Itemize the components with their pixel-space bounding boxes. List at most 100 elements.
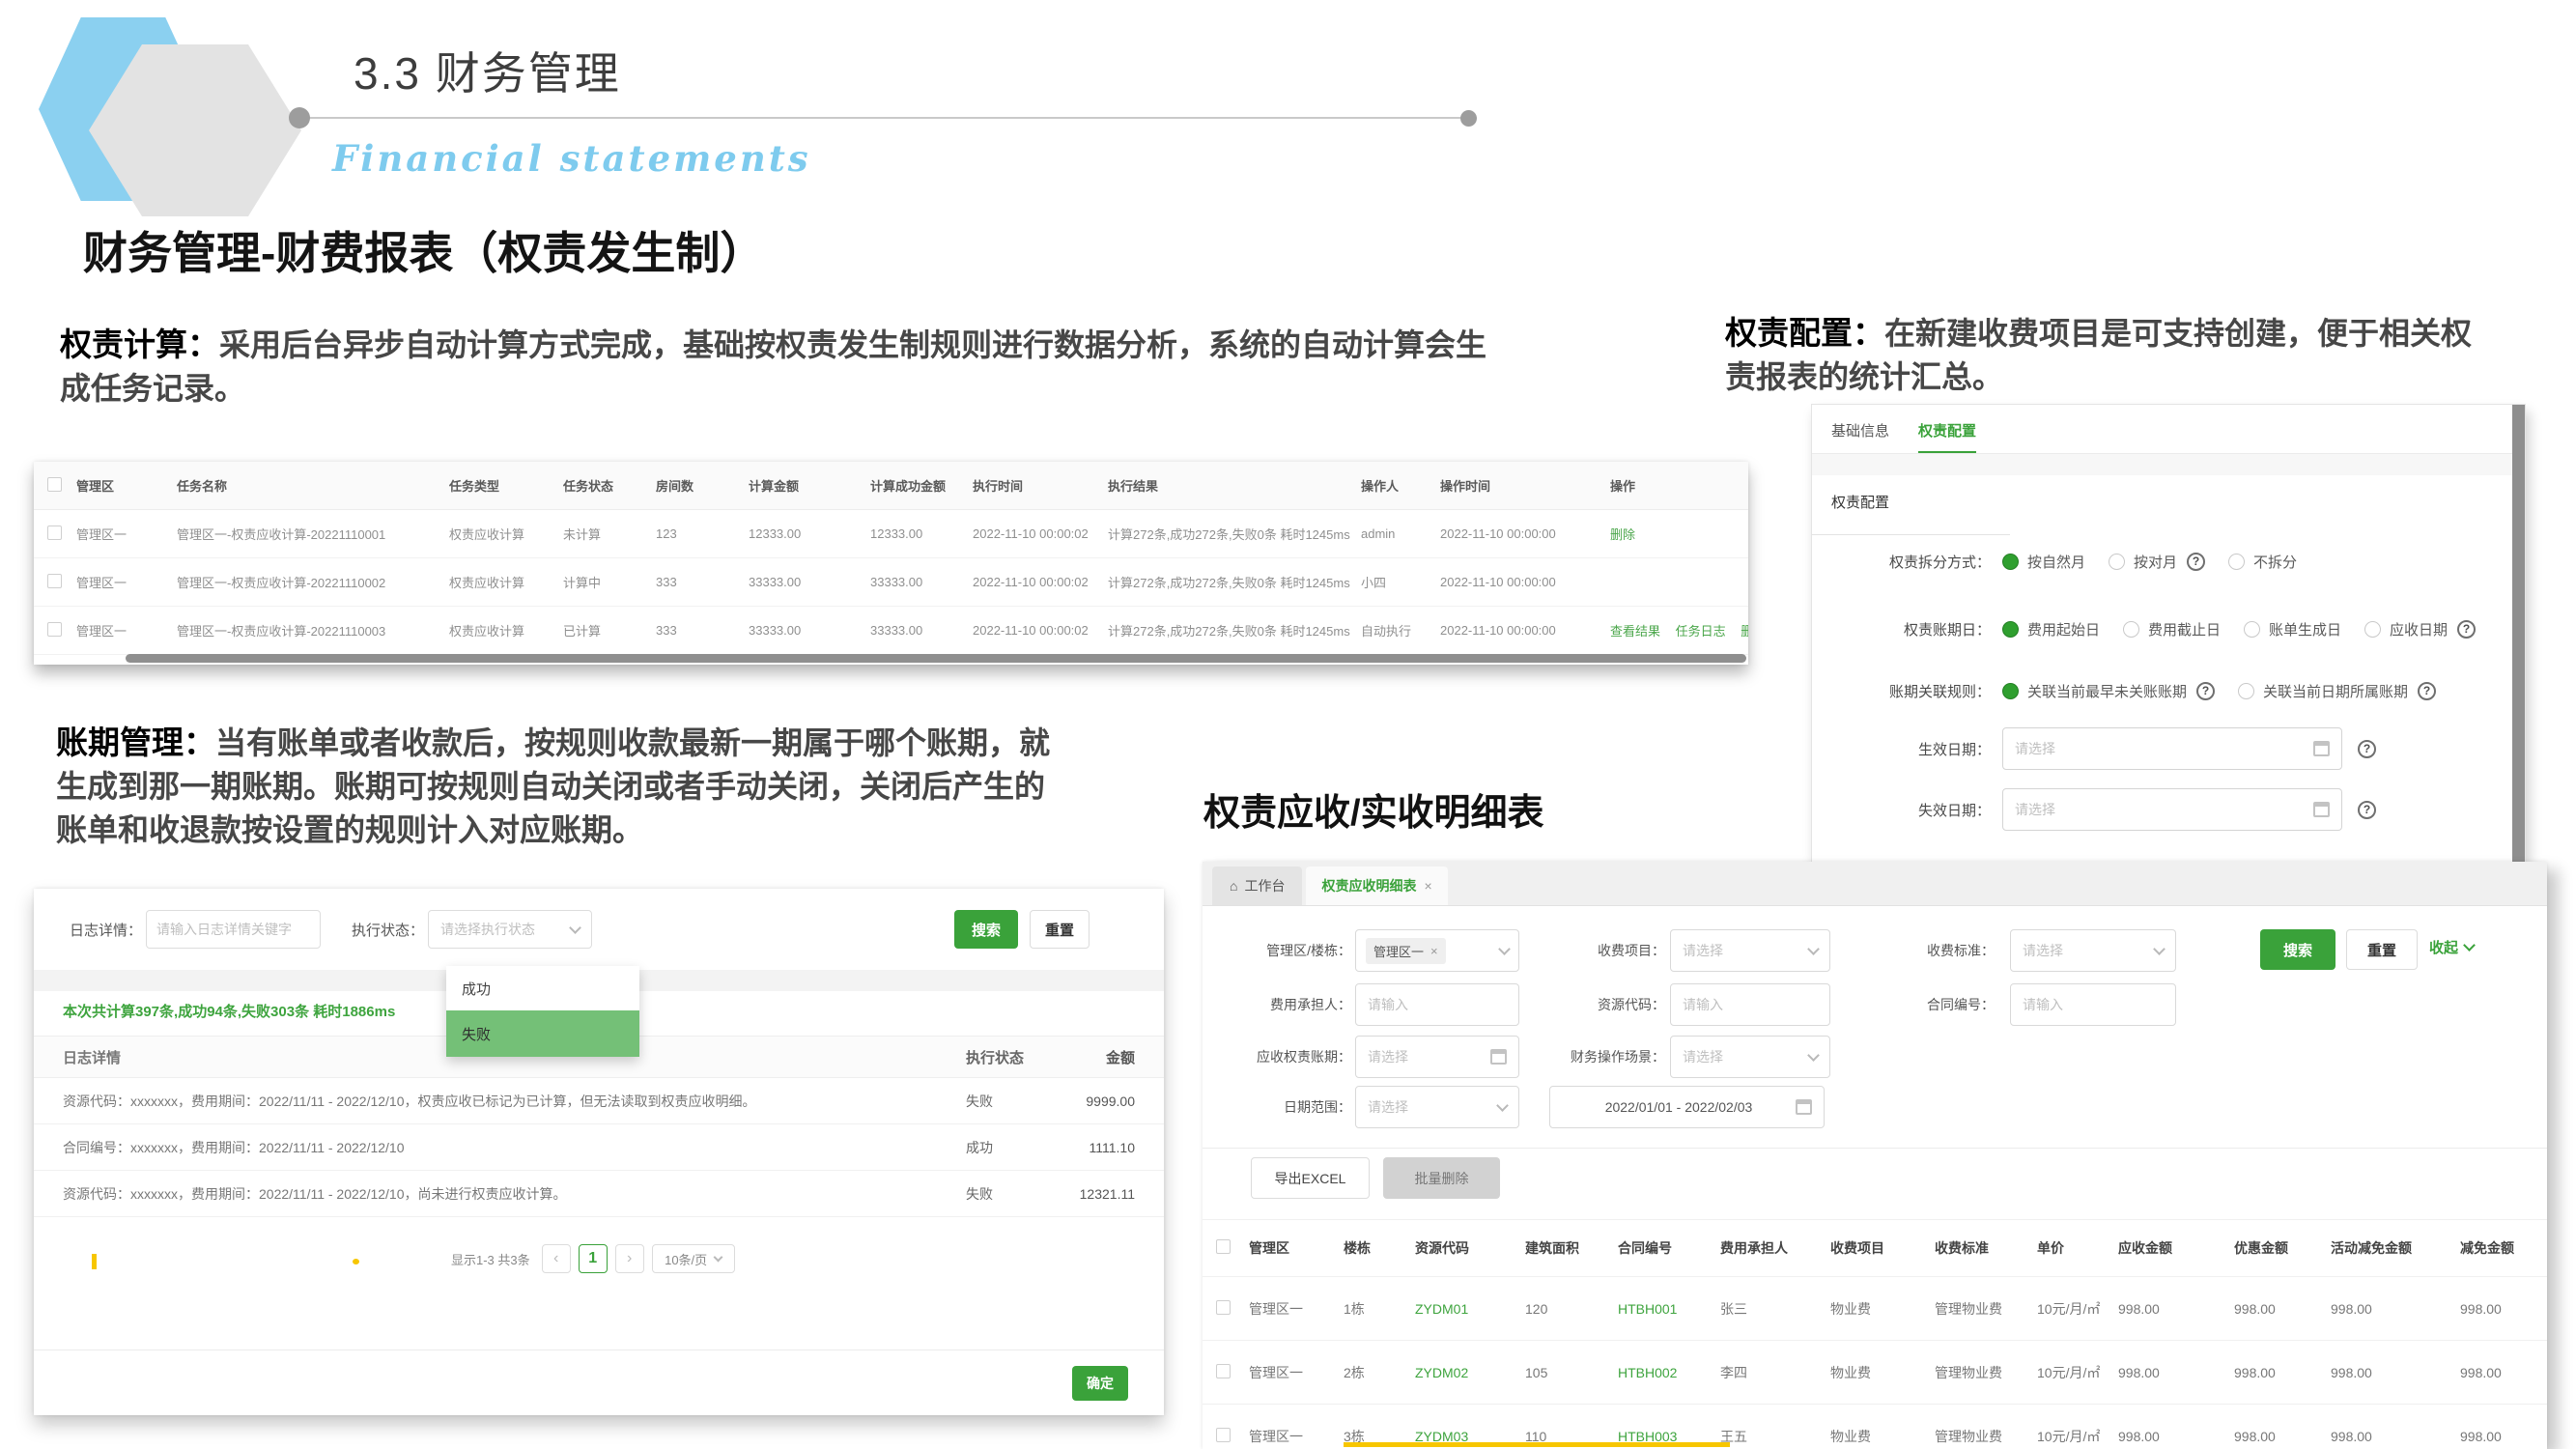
chevron-down-icon	[1496, 1099, 1509, 1112]
cell: 120	[1525, 1301, 1618, 1317]
help-icon[interactable]: ?	[2187, 553, 2205, 571]
calendar-icon	[1796, 1099, 1812, 1115]
row-checkbox[interactable]	[47, 574, 62, 588]
task-log-link[interactable]: 任务日志	[1676, 624, 1726, 639]
range-type-select[interactable]: 请选择	[1355, 1086, 1519, 1128]
radio-label[interactable]: 应收日期	[2390, 619, 2448, 639]
help-icon[interactable]: ?	[2358, 740, 2376, 758]
reset-button[interactable]: 重置	[2346, 929, 2418, 970]
field-label: 日期范围：	[1212, 1086, 1351, 1128]
cell: 33333.00	[749, 623, 870, 638]
column-header: 操作	[1610, 476, 1748, 495]
status-text: 失败	[966, 1092, 1067, 1111]
contract-no-link[interactable]: HTBH002	[1618, 1365, 1720, 1380]
next-page-button[interactable]: ›	[615, 1244, 644, 1273]
search-button[interactable]: 搜索	[2260, 929, 2335, 970]
help-icon[interactable]: ?	[2457, 620, 2476, 639]
row-checkbox[interactable]	[47, 622, 62, 637]
column-header: 建筑面积	[1525, 1238, 1618, 1258]
field-label: 权责拆分方式：	[1812, 552, 1991, 572]
radio-selected[interactable]	[2002, 683, 2019, 699]
radio-selected[interactable]	[2002, 554, 2019, 570]
cell: 998.00	[2331, 1429, 2460, 1444]
contract-no-input[interactable]: 请输入	[2010, 983, 2176, 1026]
tag-label: 管理区一	[1373, 942, 1424, 960]
tab-config[interactable]: 权责配置	[1918, 420, 1976, 454]
area-select[interactable]: 管理区一 ×	[1355, 929, 1519, 972]
horizontal-scrollbar[interactable]	[126, 654, 1746, 663]
contract-no-link[interactable]: HTBH001	[1618, 1301, 1720, 1317]
close-icon[interactable]: ×	[1424, 878, 1431, 894]
page-size-select[interactable]: 10条/页	[652, 1244, 735, 1273]
row-checkbox[interactable]	[47, 526, 62, 540]
search-button[interactable]: 搜索	[954, 910, 1018, 949]
select-all-checkbox[interactable]	[47, 477, 62, 492]
prev-page-button[interactable]: ‹	[542, 1244, 571, 1273]
collapse-link[interactable]: 收起	[2429, 937, 2474, 957]
radio-label[interactable]: 账单生成日	[2269, 619, 2341, 639]
cell: 1111.10	[1067, 1140, 1135, 1155]
date-range-input[interactable]: 2022/01/01 - 2022/02/03	[1549, 1086, 1825, 1128]
select-all-checkbox[interactable]	[1216, 1239, 1231, 1254]
log-detail-input[interactable]: 请输入日志详情关键字	[146, 910, 321, 949]
reset-button[interactable]: 重置	[1030, 910, 1090, 949]
column-header: 执行结果	[1108, 476, 1361, 495]
radio-label[interactable]: 按对月	[2134, 552, 2177, 572]
help-icon[interactable]: ?	[2358, 801, 2376, 819]
cell: 998.00	[2460, 1365, 2543, 1380]
radio[interactable]	[2244, 621, 2260, 638]
field-label: 权责账期日：	[1812, 619, 1991, 639]
export-excel-button[interactable]: 导出EXCEL	[1251, 1157, 1370, 1199]
charge-item-select[interactable]: 请选择	[1670, 929, 1830, 972]
radio-label[interactable]: 费用起始日	[2027, 619, 2100, 639]
help-icon[interactable]: ?	[2418, 682, 2436, 700]
row-checkbox[interactable]	[1216, 1428, 1231, 1442]
divider-dot-right	[1460, 110, 1477, 127]
cell: 998.00	[2460, 1429, 2543, 1444]
column-header: 任务类型	[449, 476, 563, 495]
row-checkbox[interactable]	[1216, 1300, 1231, 1315]
help-icon[interactable]: ?	[2196, 682, 2215, 700]
cell: 2022-11-10 00:00:00	[1440, 575, 1610, 589]
charge-standard-select[interactable]: 请选择	[2010, 929, 2176, 972]
cell: 998.00	[2234, 1365, 2331, 1380]
resource-code-link[interactable]: ZYDM02	[1415, 1365, 1525, 1380]
radio[interactable]	[2238, 683, 2254, 699]
tab-detail-report[interactable]: 权责应收明细表 ×	[1306, 867, 1447, 905]
radio-label[interactable]: 关联当前日期所属账期	[2263, 681, 2408, 701]
radio[interactable]	[2109, 554, 2125, 570]
payer-input[interactable]: 请输入	[1355, 983, 1519, 1026]
column-header: 管理区	[1249, 1238, 1344, 1258]
vertical-scrollbar[interactable]	[2512, 405, 2525, 870]
radio-label[interactable]: 按自然月	[2027, 552, 2085, 572]
receivable-period-input[interactable]: 请选择	[1355, 1036, 1519, 1078]
radio-selected[interactable]	[2002, 621, 2019, 638]
radio-label[interactable]: 费用截止日	[2148, 619, 2221, 639]
tab-basic-info[interactable]: 基础信息	[1831, 420, 1889, 454]
resource-code-input[interactable]: 请输入	[1670, 983, 1830, 1026]
view-result-link[interactable]: 查看结果	[1610, 624, 1660, 639]
radio[interactable]	[2364, 621, 2381, 638]
expire-date-input[interactable]: 请选择	[2002, 788, 2342, 831]
dropdown-option-fail[interactable]: 失败	[446, 1010, 639, 1057]
finance-scene-select[interactable]: 请选择	[1670, 1036, 1830, 1078]
dropdown-option-success[interactable]: 成功	[446, 966, 639, 1010]
radio-label[interactable]: 不拆分	[2253, 552, 2297, 572]
row-checkbox[interactable]	[1216, 1364, 1231, 1378]
paragraph-config: 权责配置：在新建收费项目是可支持创建，便于相关权责报表的统计汇总。	[1725, 311, 2498, 399]
confirm-button[interactable]: 确定	[1072, 1366, 1128, 1401]
radio-label[interactable]: 关联当前最早未关账账期	[2027, 681, 2187, 701]
batch-delete-button[interactable]: 批量删除	[1383, 1157, 1500, 1199]
current-page-button[interactable]: 1	[579, 1244, 608, 1273]
delete-link[interactable]: 删除	[1741, 624, 1748, 639]
delete-link[interactable]: 删除	[1610, 527, 1635, 542]
chevron-down-icon	[1498, 943, 1511, 955]
radio[interactable]	[2123, 621, 2139, 638]
radio[interactable]	[2228, 554, 2245, 570]
effective-date-input[interactable]: 请选择	[2002, 727, 2342, 770]
tab-workbench[interactable]: ⌂ 工作台	[1212, 867, 1302, 905]
resource-code-link[interactable]: ZYDM01	[1415, 1301, 1525, 1317]
placeholder: 请选择执行状态	[440, 920, 535, 939]
close-icon[interactable]: ×	[1430, 944, 1438, 958]
status-select[interactable]: 请选择执行状态	[428, 910, 592, 949]
